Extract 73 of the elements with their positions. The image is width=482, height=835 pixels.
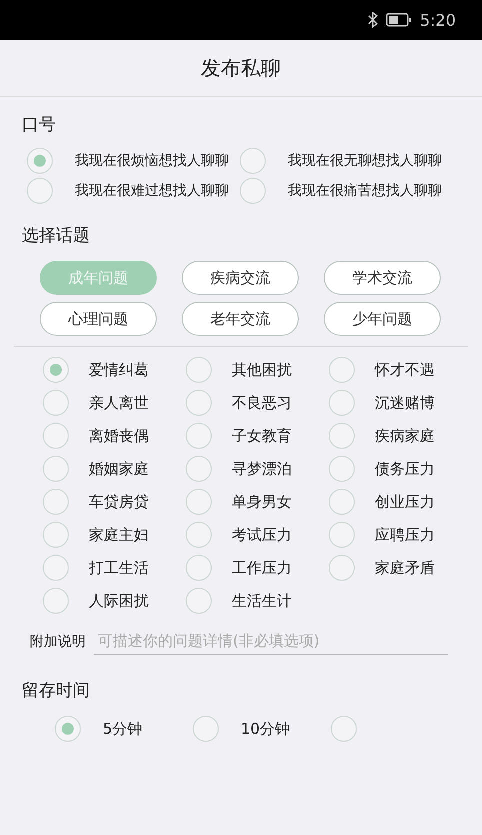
option-label: 我现在很痛苦想找人聊聊 bbox=[288, 182, 443, 200]
radio-button[interactable] bbox=[43, 423, 69, 449]
page-title: 发布私聊 bbox=[201, 54, 281, 82]
radio-button[interactable] bbox=[43, 588, 69, 614]
radio-button[interactable] bbox=[329, 456, 355, 482]
radio-button[interactable] bbox=[27, 148, 53, 174]
option-label: 车贷房贷 bbox=[89, 492, 149, 512]
option-label: 疾病家庭 bbox=[375, 426, 435, 446]
section-label: 留存时间 bbox=[22, 680, 91, 702]
radio-button[interactable] bbox=[27, 178, 53, 204]
option-label: 打工生活 bbox=[89, 558, 149, 578]
radio-button[interactable] bbox=[329, 423, 355, 449]
option-label: 5分钟 bbox=[103, 720, 143, 738]
option-label: 单身男女 bbox=[232, 492, 292, 512]
option-label: 怀才不遇 bbox=[375, 360, 435, 380]
radio-button[interactable] bbox=[240, 178, 266, 204]
category-tab[interactable]: 少年问题 bbox=[324, 302, 441, 336]
option-label: 子女教育 bbox=[232, 426, 292, 446]
radio-button[interactable] bbox=[329, 522, 355, 548]
option-label: 考试压力 bbox=[232, 526, 292, 544]
option-label: 其他困扰 bbox=[232, 360, 292, 380]
option-label: 我现在很无聊想找人聊聊 bbox=[288, 152, 443, 170]
radio-button[interactable] bbox=[193, 716, 219, 742]
option-label: 债务压力 bbox=[375, 460, 435, 478]
option-label: 家庭矛盾 bbox=[375, 558, 435, 578]
radio-button[interactable] bbox=[43, 555, 69, 581]
radio-button[interactable] bbox=[186, 357, 212, 383]
radio-button[interactable] bbox=[240, 148, 266, 174]
radio-button[interactable] bbox=[43, 456, 69, 482]
status-time: 5:20 bbox=[420, 10, 456, 30]
field-label: 附加说明 bbox=[30, 632, 86, 650]
battery-icon bbox=[386, 13, 412, 27]
option-label: 婚姻家庭 bbox=[89, 460, 149, 478]
option-label: 寻梦漂泊 bbox=[232, 460, 292, 478]
option-label: 工作压力 bbox=[232, 558, 292, 578]
radio-button[interactable] bbox=[329, 357, 355, 383]
option-label: 生活生计 bbox=[232, 592, 292, 610]
category-tab[interactable]: 学术交流 bbox=[324, 261, 441, 295]
radio-button[interactable] bbox=[55, 716, 81, 742]
radio-button[interactable] bbox=[329, 555, 355, 581]
radio-button[interactable] bbox=[186, 390, 212, 416]
radio-button[interactable] bbox=[43, 489, 69, 515]
radio-button[interactable] bbox=[186, 555, 212, 581]
radio-button[interactable] bbox=[329, 489, 355, 515]
option-label: 亲人离世 bbox=[89, 394, 149, 412]
option-label: 我现在很烦恼想找人聊聊 bbox=[75, 152, 230, 170]
radio-button[interactable] bbox=[43, 522, 69, 548]
option-label: 离婚丧偶 bbox=[89, 426, 149, 446]
option-label: 爱情纠葛 bbox=[89, 360, 149, 380]
radio-button[interactable] bbox=[331, 716, 357, 742]
radio-button[interactable] bbox=[43, 390, 69, 416]
bluetooth-icon bbox=[368, 12, 378, 28]
option-label: 应聘压力 bbox=[375, 526, 435, 544]
section-label: 口号 bbox=[22, 114, 57, 136]
option-label: 家庭主妇 bbox=[89, 526, 149, 544]
option-label: 沉迷赌博 bbox=[375, 394, 435, 412]
description-field[interactable]: 可描述你的问题详情(非必填选项) bbox=[94, 628, 448, 655]
option-label: 创业压力 bbox=[375, 492, 435, 512]
radio-button[interactable] bbox=[186, 588, 212, 614]
category-tab[interactable]: 老年交流 bbox=[182, 302, 299, 336]
option-label: 不良恶习 bbox=[232, 394, 292, 412]
category-tab[interactable]: 心理问题 bbox=[40, 302, 157, 336]
radio-button[interactable] bbox=[43, 357, 69, 383]
radio-button[interactable] bbox=[329, 390, 355, 416]
radio-button[interactable] bbox=[186, 522, 212, 548]
radio-button[interactable] bbox=[186, 456, 212, 482]
radio-button[interactable] bbox=[186, 489, 212, 515]
option-label: 我现在很难过想找人聊聊 bbox=[75, 182, 230, 200]
option-label: 人际困扰 bbox=[89, 592, 149, 610]
radio-button[interactable] bbox=[186, 423, 212, 449]
section-label: 选择话题 bbox=[22, 225, 91, 247]
category-tab[interactable]: 疾病交流 bbox=[182, 261, 299, 295]
option-label: 10分钟 bbox=[241, 720, 290, 738]
